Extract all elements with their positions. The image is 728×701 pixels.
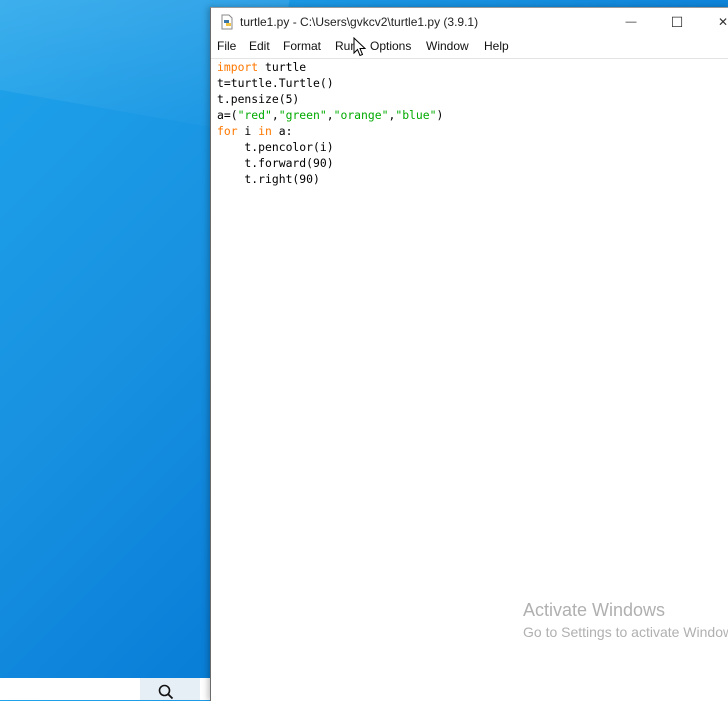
code-line: t.pensize(5) (217, 91, 728, 107)
menu-format[interactable]: Format (283, 39, 321, 53)
code-keyword: for (217, 124, 238, 138)
code-string: "orange" (333, 108, 389, 122)
menu-help[interactable]: Help (484, 39, 509, 53)
taskbar-search-button[interactable] (140, 678, 200, 700)
code-keyword: import (217, 60, 259, 74)
code-text: , (271, 108, 279, 122)
menu-bar: File Edit Format Run Options Window Help (211, 36, 728, 59)
watermark-subtitle: Go to Settings to activate Windows. (523, 624, 728, 640)
code-text: i (237, 124, 259, 138)
minimize-icon: — (625, 16, 637, 28)
close-button[interactable]: ✕ (700, 8, 728, 36)
watermark-title: Activate Windows (523, 600, 666, 620)
minimize-button[interactable]: — (608, 8, 654, 36)
code-text: , (326, 108, 334, 122)
code-text: turtle (258, 60, 307, 74)
code-line: import turtle (217, 59, 728, 75)
code-text: t.pensize(5) (217, 92, 300, 106)
code-keyword: in (258, 124, 272, 138)
search-icon (158, 684, 174, 700)
code-text: t.right(90) (217, 172, 320, 186)
menu-file[interactable]: File (217, 39, 236, 53)
python-file-icon (221, 14, 233, 30)
code-text: t.pencolor(i) (217, 140, 334, 154)
code-line: a=("red","green","orange","blue") (217, 107, 728, 123)
code-text: a=( (217, 108, 238, 122)
window-title: turtle1.py - C:\Users\gvkcv2\turtle1.py … (240, 15, 479, 29)
code-line: for i in a: (217, 123, 728, 139)
code-text: a: (271, 124, 293, 138)
code-string: "blue" (395, 108, 437, 122)
code-line: t.right(90) (217, 171, 728, 187)
close-icon: ✕ (717, 15, 728, 29)
code-line: t.pencolor(i) (217, 139, 728, 155)
menu-edit[interactable]: Edit (249, 39, 270, 53)
idle-editor-window: turtle1.py - C:\Users\gvkcv2\turtle1.py … (210, 7, 728, 701)
maximize-button[interactable]: ☐ (654, 8, 700, 36)
code-text: ) (436, 108, 444, 122)
menu-window[interactable]: Window (426, 39, 469, 53)
code-line: t.forward(90) (217, 155, 728, 171)
code-line: t=turtle.Turtle() (217, 75, 728, 91)
mouse-pointer-icon (353, 37, 367, 57)
title-bar[interactable]: turtle1.py - C:\Users\gvkcv2\turtle1.py … (211, 8, 728, 36)
activation-watermark: Activate Windows Go to Settings to activ… (523, 600, 728, 640)
code-text: t.forward(90) (217, 156, 334, 170)
menu-options[interactable]: Options (370, 39, 411, 53)
code-string: "red" (237, 108, 272, 122)
maximize-icon: ☐ (670, 13, 684, 30)
code-text: t=turtle.Turtle() (217, 76, 334, 90)
code-string: "green" (278, 108, 327, 122)
